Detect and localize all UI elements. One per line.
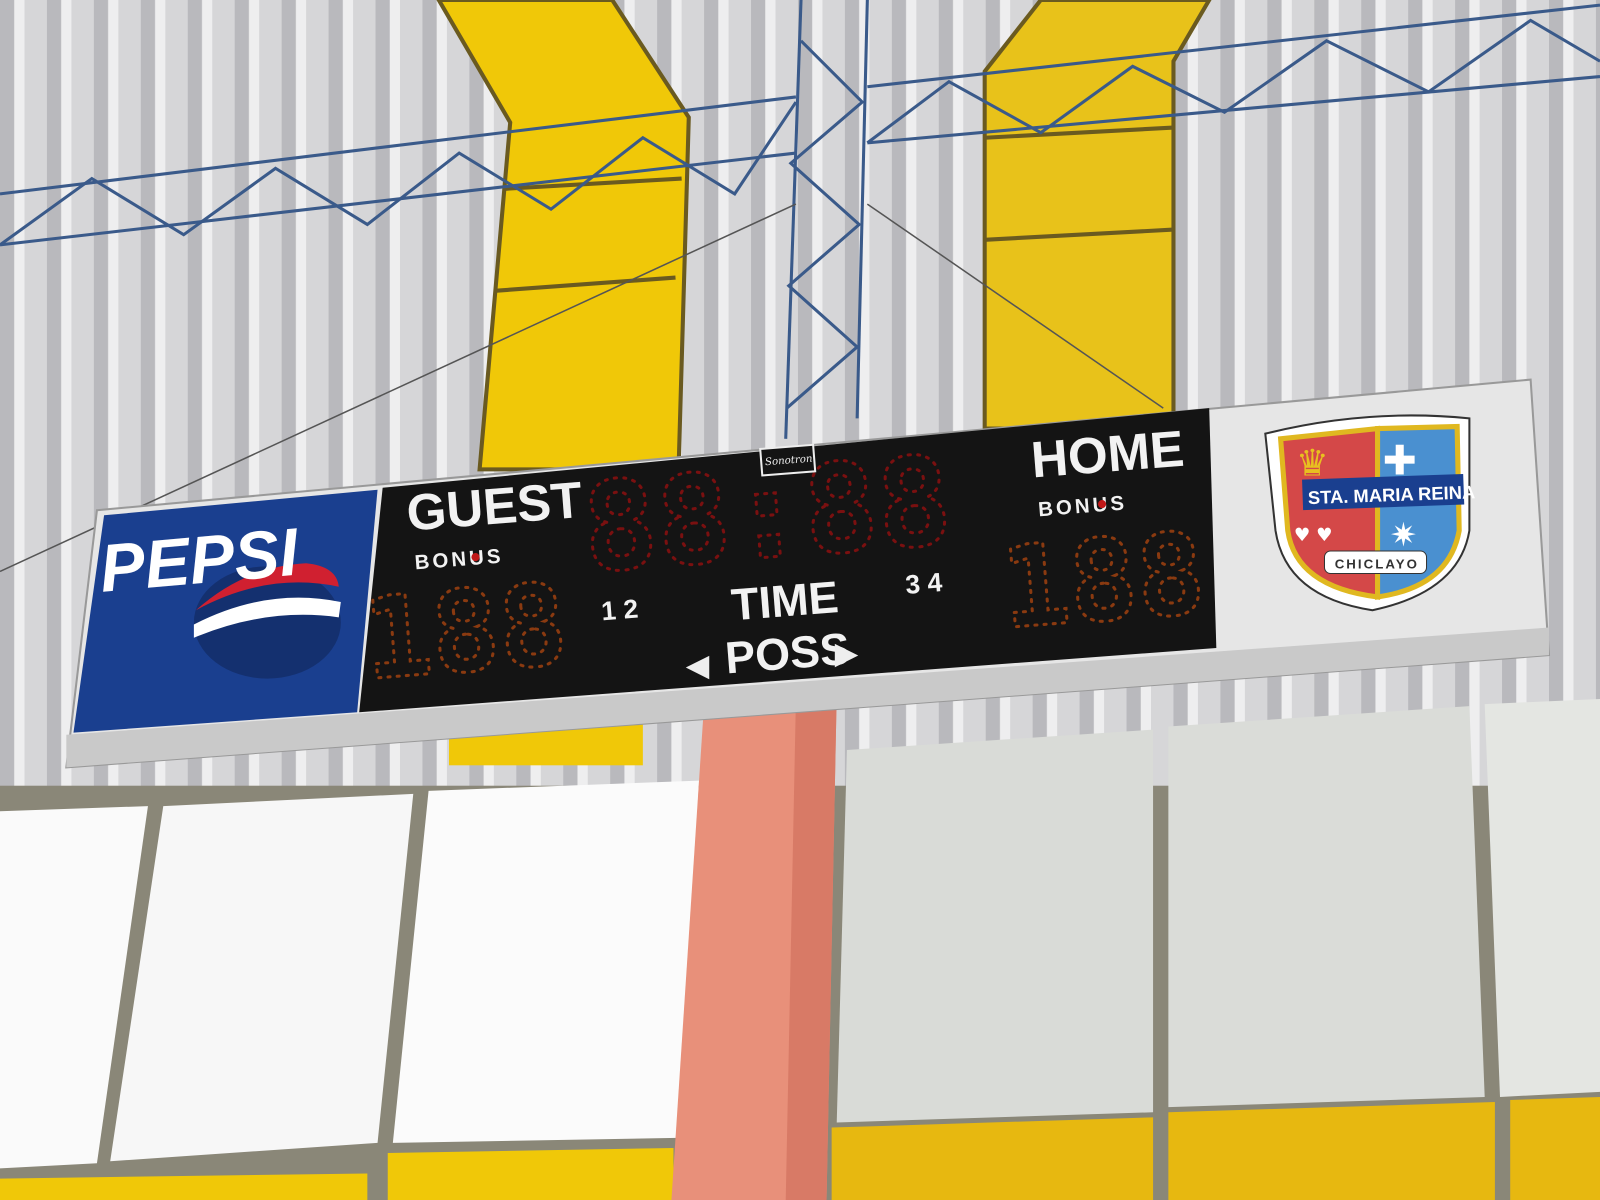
time-label: TIME (729, 571, 840, 630)
home-score-display: 188 (997, 509, 1209, 655)
star-icon: ✷ (1390, 516, 1417, 554)
poss-arrow-left-icon: ◀ (686, 649, 710, 684)
period-1-2: 1 2 (600, 594, 639, 627)
guest-bonus-light (471, 553, 480, 562)
crest-city: CHICLAYO (1335, 556, 1419, 571)
cross-icon: ✚ (1383, 436, 1417, 484)
period-3-4: 3 4 (904, 567, 943, 600)
possession-label: POSS (723, 623, 851, 684)
home-label: HOME (1029, 420, 1186, 489)
poss-arrow-right-icon: ▶ (835, 636, 859, 671)
guest-score-display: 188 (359, 560, 571, 706)
crown-icon: ♛ (1296, 442, 1329, 485)
scene: PEPSI GUEST BONUS 188 88:88 Sonotron 1 2… (0, 0, 1600, 1200)
home-bonus-light (1097, 500, 1107, 509)
hearts-icon: ♥ ♥ (1294, 525, 1333, 546)
